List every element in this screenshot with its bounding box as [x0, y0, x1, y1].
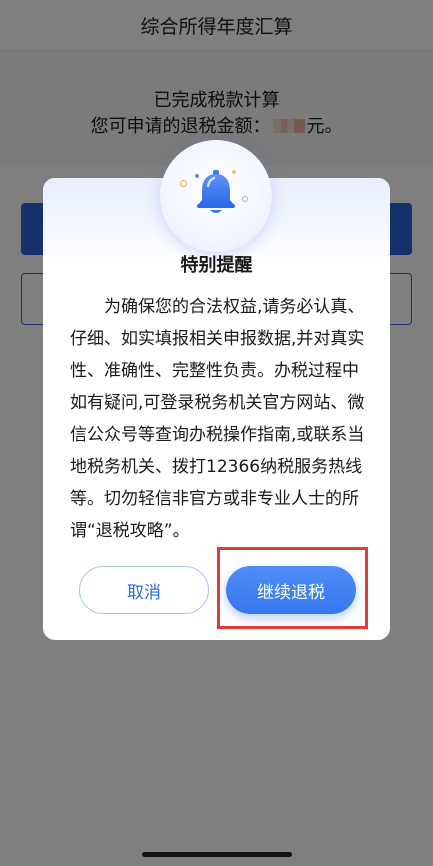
bell-icon: [197, 170, 235, 213]
home-indicator: [142, 852, 292, 857]
dialog-body-text: 为确保您的合法权益,请务必认真、仔细、如实填报相关申报数据,并对真实性、准确性、…: [70, 297, 365, 541]
highlight-annotation: [217, 547, 368, 629]
cancel-button[interactable]: 取消: [79, 566, 209, 614]
decor-dot-orange: [180, 180, 187, 187]
dialog-title: 特别提醒: [180, 255, 253, 276]
bell-badge: [160, 140, 272, 252]
